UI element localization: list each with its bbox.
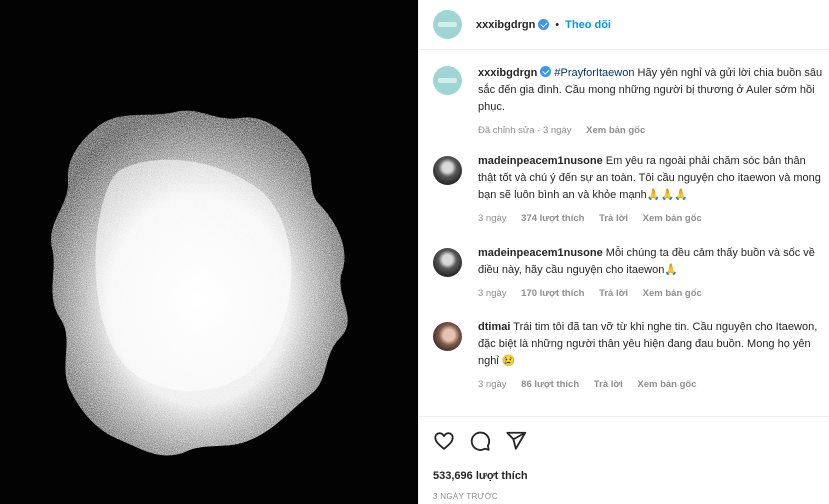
comment-text: madeinpeacem1nusone Mỗi chúng ta đều cảm… <box>478 245 826 279</box>
separator-dot: • <box>555 18 560 31</box>
action-bar <box>433 430 527 452</box>
comment-username[interactable]: madeinpeacem1nusone <box>478 155 603 167</box>
comment-time: 3 ngày <box>478 379 507 390</box>
see-original-button[interactable]: Xem bản gốc <box>637 379 696 390</box>
comment-username[interactable]: madeinpeacem1nusone <box>478 247 603 259</box>
caption-text: xxxibgdrgn #PrayforItaewon Hãy yên nghỉ … <box>478 65 826 116</box>
post-image[interactable] <box>0 0 418 504</box>
commenter-avatar[interactable] <box>433 322 462 351</box>
reply-button[interactable]: Trả lời <box>594 379 623 390</box>
see-original-button[interactable]: Xem bản gốc <box>643 213 702 224</box>
avatar-logo <box>438 78 457 83</box>
post-header: xxxibgdrgn • Theo dõi <box>419 0 829 50</box>
comment-body: dtimai Trái tim tôi đã tan vỡ từ khi ngh… <box>478 319 826 390</box>
post-dialog: xxxibgdrgn • Theo dõi xxxibgdrgn #Prayfo… <box>0 0 829 504</box>
comment-meta: 3 ngày 374 lượt thích Trả lời Xem bản gố… <box>478 213 826 224</box>
caption-meta: Đã chỉnh sửa · 3 ngày Xem bản gốc <box>478 125 826 136</box>
author-avatar[interactable] <box>433 10 462 39</box>
caption-body: xxxibgdrgn #PrayforItaewon Hãy yên nghỉ … <box>478 65 826 136</box>
caption-username[interactable]: xxxibgdrgn <box>478 67 537 79</box>
comment-meta: 3 ngày 86 lượt thích Trả lời Xem bản gốc <box>478 379 826 390</box>
commenter-avatar[interactable] <box>433 248 462 277</box>
post-side-panel: xxxibgdrgn • Theo dõi xxxibgdrgn #Prayfo… <box>418 0 829 504</box>
commenter-avatar[interactable] <box>433 156 462 185</box>
comment-username[interactable]: dtimai <box>478 321 510 333</box>
author-username[interactable]: xxxibgdrgn <box>476 19 535 31</box>
heart-icon[interactable] <box>433 430 455 452</box>
follow-button[interactable]: Theo dõi <box>565 19 611 31</box>
share-icon[interactable] <box>505 430 527 452</box>
comment-body: madeinpeacem1nusone Em yêu ra ngoài phải… <box>478 153 826 224</box>
hashtag-link[interactable]: #PrayforItaewon <box>554 67 634 79</box>
comment-like-count[interactable]: 86 lượt thích <box>521 379 579 390</box>
comment-item: dtimai Trái tim tôi đã tan vỡ từ khi ngh… <box>433 319 828 390</box>
comment-text: dtimai Trái tim tôi đã tan vỡ từ khi ngh… <box>478 319 826 370</box>
comment-time: 3 ngày <box>478 213 507 224</box>
reply-button[interactable]: Trả lời <box>599 213 628 224</box>
divider <box>419 416 829 417</box>
comment-like-count[interactable]: 170 lượt thích <box>521 288 584 299</box>
avatar-logo <box>438 22 457 27</box>
comment-item: madeinpeacem1nusone Em yêu ra ngoài phải… <box>433 153 828 224</box>
comment-body: madeinpeacem1nusone Mỗi chúng ta đều cảm… <box>478 245 826 299</box>
edited-label: Đã chỉnh sửa · 3 ngày <box>478 125 572 136</box>
comment-meta: 3 ngày 170 lượt thích Trả lời Xem bản gố… <box>478 288 826 299</box>
comment-item: madeinpeacem1nusone Mỗi chúng ta đều cảm… <box>433 245 828 299</box>
caption-avatar[interactable] <box>433 66 462 95</box>
comment-icon[interactable] <box>469 430 491 452</box>
caption: xxxibgdrgn #PrayforItaewon Hãy yên nghỉ … <box>433 65 828 136</box>
see-original-button[interactable]: Xem bản gốc <box>643 288 702 299</box>
reply-button[interactable]: Trả lời <box>599 288 628 299</box>
post-date: 3 NGÀY TRƯỚC <box>433 492 499 501</box>
comment-text: madeinpeacem1nusone Em yêu ra ngoài phải… <box>478 153 826 204</box>
comment-content: Trái tim tôi đã tan vỡ từ khi nghe tin. … <box>478 321 818 367</box>
verified-badge-icon <box>538 19 550 30</box>
salt-pile-image <box>0 0 418 504</box>
comment-list[interactable]: xxxibgdrgn #PrayforItaewon Hãy yên nghỉ … <box>419 51 829 416</box>
comment-time: 3 ngày <box>478 288 507 299</box>
comment-like-count[interactable]: 374 lượt thích <box>521 213 584 224</box>
like-count[interactable]: 533,696 lượt thích <box>433 470 528 482</box>
see-original-button[interactable]: Xem bản gốc <box>586 125 645 136</box>
verified-badge-icon <box>540 66 552 77</box>
